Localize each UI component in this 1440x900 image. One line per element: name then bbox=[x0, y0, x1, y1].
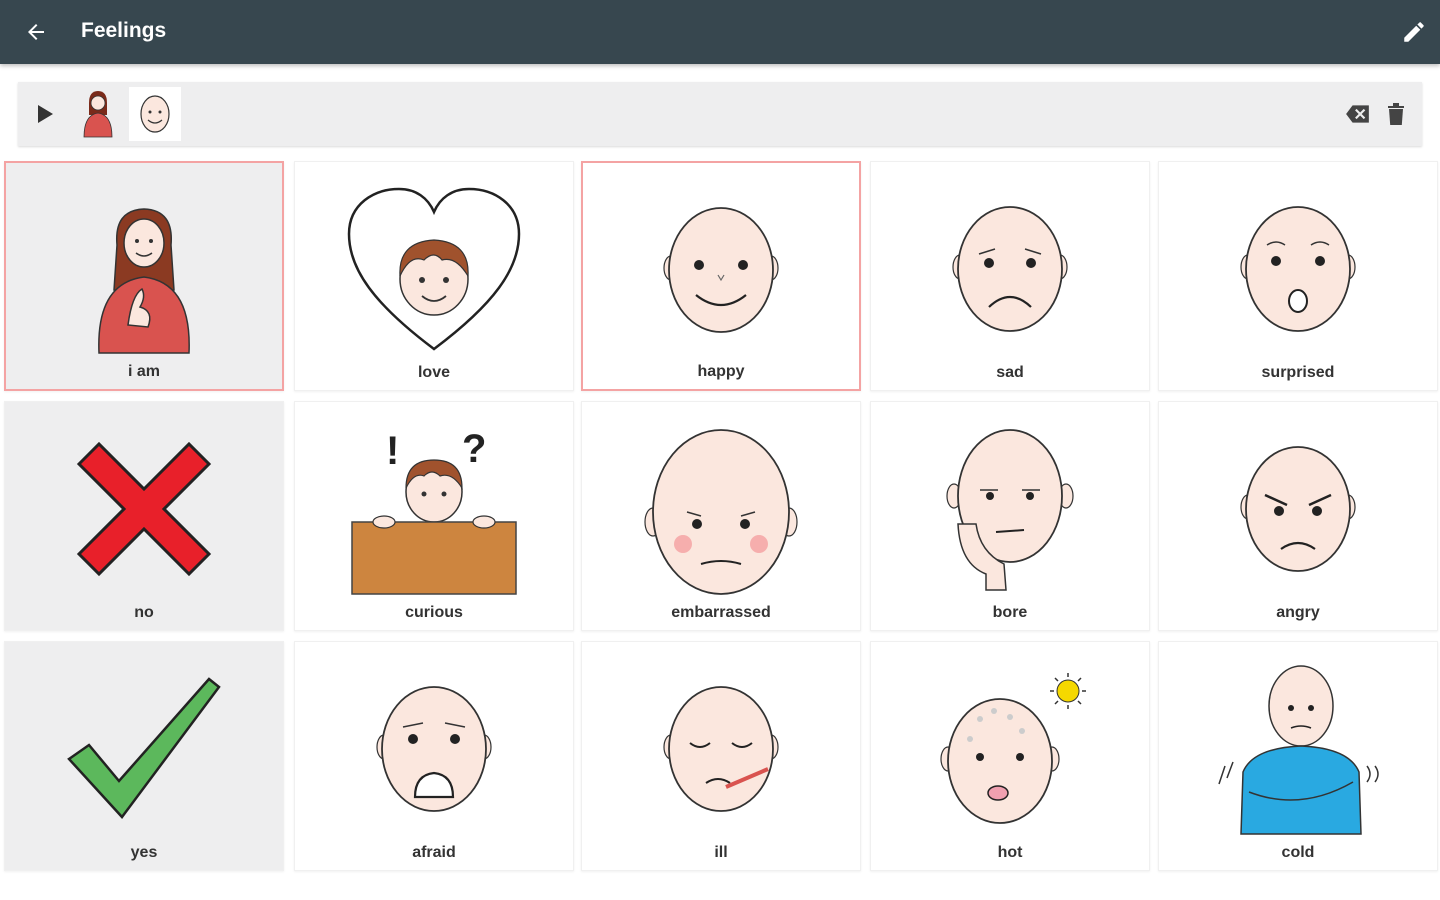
tile-happy[interactable]: happy bbox=[581, 161, 861, 391]
tile-yes[interactable]: yes bbox=[4, 641, 284, 871]
tile-label: i am bbox=[127, 363, 160, 380]
backspace-button[interactable] bbox=[1342, 98, 1374, 130]
happy-face-icon bbox=[663, 207, 779, 333]
person-self-icon bbox=[98, 208, 190, 354]
tile-label: sad bbox=[996, 364, 1024, 381]
tile-label: afraid bbox=[412, 844, 456, 861]
page-title: Feelings bbox=[81, 19, 167, 42]
tile-label: surprised bbox=[1261, 364, 1335, 381]
symbol-grid: i am love happy sad surprised no ! ? cur… bbox=[4, 161, 1438, 871]
tile-hot[interactable]: hot bbox=[870, 641, 1150, 871]
surprised-face-icon bbox=[1240, 206, 1356, 332]
back-button[interactable] bbox=[18, 14, 54, 50]
heart-boy-icon bbox=[347, 187, 521, 351]
tile-afraid[interactable]: afraid bbox=[294, 641, 574, 871]
svg-text:?: ? bbox=[462, 427, 486, 471]
ill-face-icon bbox=[663, 686, 779, 812]
embarrassed-face-icon bbox=[644, 428, 798, 595]
tile-ill[interactable]: ill bbox=[581, 641, 861, 871]
sad-face-icon bbox=[952, 206, 1068, 332]
red-cross-icon bbox=[76, 441, 212, 577]
curious-boy-icon: ! ? bbox=[351, 427, 517, 595]
tile-no[interactable]: no bbox=[4, 401, 284, 631]
play-icon bbox=[38, 105, 53, 123]
tile-label: ill bbox=[714, 844, 728, 861]
person-self-icon bbox=[83, 91, 113, 138]
green-check-icon bbox=[67, 677, 221, 819]
tile-surprised[interactable]: surprised bbox=[1158, 161, 1438, 391]
tile-label: angry bbox=[1276, 604, 1320, 621]
tile-i-am[interactable]: i am bbox=[4, 161, 284, 391]
tile-cold[interactable]: cold bbox=[1158, 641, 1438, 871]
tile-label: bore bbox=[992, 604, 1028, 621]
sentence-item-i-am[interactable] bbox=[72, 87, 124, 141]
tile-angry[interactable]: angry bbox=[1158, 401, 1438, 631]
pencil-icon bbox=[1404, 22, 1424, 42]
svg-text:!: ! bbox=[386, 429, 399, 473]
tile-sad[interactable]: sad bbox=[870, 161, 1150, 391]
tile-label: happy bbox=[697, 363, 745, 380]
tile-curious[interactable]: ! ? curious bbox=[294, 401, 574, 631]
tile-label: cold bbox=[1281, 844, 1315, 861]
tile-label: embarrassed bbox=[671, 604, 771, 621]
play-button[interactable] bbox=[28, 98, 60, 130]
tile-embarrassed[interactable]: embarrassed bbox=[581, 401, 861, 631]
sentence-bar bbox=[18, 82, 1422, 146]
tile-love[interactable]: love bbox=[294, 161, 574, 391]
afraid-face-icon bbox=[376, 686, 492, 812]
bored-face-icon bbox=[946, 429, 1074, 591]
backspace-icon bbox=[1346, 105, 1369, 123]
tile-label: curious bbox=[405, 604, 463, 621]
tile-label: hot bbox=[997, 844, 1023, 861]
clear-button[interactable] bbox=[1380, 98, 1412, 130]
hot-face-icon bbox=[940, 673, 1086, 824]
happy-face-icon bbox=[140, 95, 170, 133]
trash-icon bbox=[1388, 103, 1404, 125]
edit-button[interactable] bbox=[1396, 14, 1432, 50]
tile-bore[interactable]: bore bbox=[870, 401, 1150, 631]
tile-label: love bbox=[417, 364, 450, 381]
angry-face-icon bbox=[1240, 446, 1356, 572]
tile-label: yes bbox=[130, 844, 158, 861]
app-bar: Feelings bbox=[0, 0, 1440, 64]
sentence-item-happy[interactable] bbox=[129, 87, 181, 141]
cold-person-icon bbox=[1218, 664, 1379, 835]
tile-label: no bbox=[134, 604, 154, 621]
back-arrow-icon bbox=[28, 24, 44, 40]
